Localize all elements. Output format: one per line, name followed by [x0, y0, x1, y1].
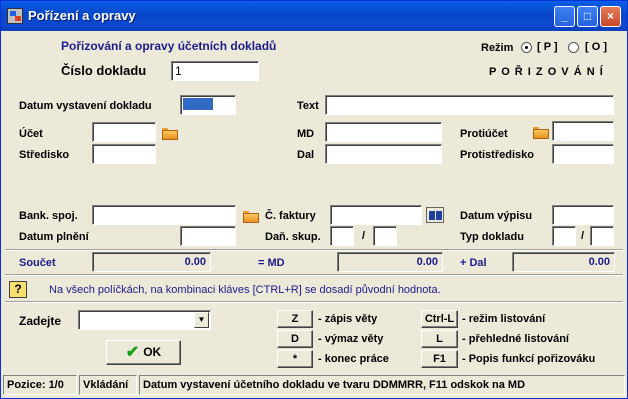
status-mode: Vkládání	[79, 375, 137, 395]
maximize-button[interactable]: □	[577, 6, 598, 27]
typ-dokladu-input-2[interactable]	[590, 226, 614, 246]
text-label: Text	[297, 100, 319, 112]
key-z-desc: - zápis věty	[318, 313, 378, 325]
bank-spoj-label: Bank. spoj.	[19, 210, 78, 222]
md-label: MD	[297, 128, 315, 140]
ucet-label: Účet	[19, 128, 43, 140]
protistredisko-input[interactable]	[552, 144, 614, 164]
dan-skup-separator: /	[362, 230, 366, 242]
protistredisko-label: Protistředisko	[460, 149, 534, 161]
totals-dal-value: 0.00	[512, 252, 615, 272]
c-faktury-label: Č. faktury	[265, 210, 316, 222]
dan-skup-label: Daň. skup.	[265, 231, 321, 243]
datum-vypisu-label: Datum výpisu	[460, 210, 533, 222]
minimize-button[interactable]: _	[554, 6, 575, 27]
divider	[5, 301, 623, 303]
typ-dokladu-input-1[interactable]	[552, 226, 576, 246]
status-message: Datum vystavení účetního dokladu ve tvar…	[139, 375, 625, 395]
soucet-label: Součet	[19, 257, 56, 269]
bank-spoj-input[interactable]	[92, 205, 236, 225]
md-input[interactable]	[325, 122, 442, 142]
key-ctrl-l-desc: - režim listování	[462, 313, 546, 325]
stredisko-label: Středisko	[19, 149, 70, 161]
dan-skup-input-2[interactable]	[373, 226, 397, 246]
key-d-desc: - výmaz věty	[318, 333, 384, 345]
protiucet-label: Protiúčet	[460, 128, 508, 140]
mode-o-radio[interactable]	[568, 42, 579, 53]
datum-plneni-label: Datum plnění	[19, 231, 89, 243]
totals-md-value: 0.00	[337, 252, 443, 272]
key-l-desc: - přehledné listování	[462, 333, 569, 345]
datum-vystaveni-input[interactable]	[180, 95, 236, 115]
doc-number-label: Číslo dokladu	[61, 63, 147, 78]
key-z-button[interactable]: Z	[277, 310, 313, 328]
key-star-desc: - konec práce	[318, 353, 389, 365]
dal-label: Dal	[297, 149, 315, 161]
mode-p-label: [ P ]	[537, 41, 558, 53]
c-faktury-input[interactable]	[330, 205, 422, 225]
title-bar[interactable]: Pořízení a opravy _ □ ×	[1, 1, 627, 31]
key-f1-desc: - Popis funkcí pořizováku	[462, 353, 596, 365]
form-heading: Pořizování a opravy účetních dokladů	[61, 39, 277, 53]
typ-dokladu-label: Typ dokladu	[460, 231, 524, 243]
main-window: Pořízení a opravy _ □ × Pořizování a opr…	[0, 0, 628, 399]
datum-plneni-input[interactable]	[180, 226, 236, 246]
close-button[interactable]: ×	[600, 6, 621, 27]
typ-dokladu-separator: /	[581, 230, 585, 242]
key-l-button[interactable]: L	[421, 330, 458, 348]
totals-md-label: = MD	[258, 257, 285, 269]
totals-dal-label: + Dal	[460, 257, 487, 269]
app-icon	[7, 8, 23, 24]
status-position: Pozice: 1/0	[3, 375, 77, 395]
ok-label: OK	[143, 345, 162, 359]
mode-o-label: [ O ]	[585, 41, 607, 53]
checkmark-icon: ✔	[125, 344, 140, 361]
hint-icon: ?	[9, 281, 27, 298]
divider	[5, 274, 623, 276]
zadejte-label: Zadejte	[19, 314, 62, 328]
folder-icon[interactable]	[243, 211, 259, 223]
key-star-button[interactable]: *	[277, 350, 313, 368]
mode-state-text: P O Ř I Z O V Á N Í	[489, 66, 604, 78]
datum-vystaveni-label: Datum vystavení dokladu	[19, 100, 152, 112]
datum-vypisu-input[interactable]	[552, 205, 614, 225]
key-ctrl-l-button[interactable]: Ctrl-L	[421, 310, 458, 328]
key-d-button[interactable]: D	[277, 330, 313, 348]
window-title: Pořízení a opravy	[28, 8, 136, 23]
chevron-down-icon[interactable]: ▼	[194, 312, 209, 328]
protiucet-input[interactable]	[552, 121, 614, 141]
stredisko-input[interactable]	[92, 144, 156, 164]
dan-skup-input-1[interactable]	[330, 226, 354, 246]
key-f1-button[interactable]: F1	[421, 350, 458, 368]
zadejte-combobox[interactable]: ▼	[78, 310, 211, 330]
ok-button[interactable]: ✔ OK	[106, 340, 181, 365]
book-icon[interactable]	[426, 207, 444, 223]
dal-input[interactable]	[325, 144, 442, 164]
divider	[5, 249, 623, 251]
mode-label: Režim	[481, 42, 514, 54]
folder-icon[interactable]	[533, 127, 549, 139]
ucet-input[interactable]	[92, 122, 156, 142]
hint-text: Na všech políčkách, na kombinaci kláves …	[49, 284, 441, 296]
mode-p-radio[interactable]	[521, 42, 532, 53]
folder-icon[interactable]	[162, 128, 178, 140]
selection-highlight	[183, 98, 213, 110]
soucet-value: 0.00	[92, 252, 211, 272]
text-input[interactable]	[325, 95, 614, 115]
doc-number-input[interactable]: 1	[171, 61, 259, 81]
status-bar: Pozice: 1/0 Vkládání Datum vystavení úče…	[3, 375, 625, 396]
